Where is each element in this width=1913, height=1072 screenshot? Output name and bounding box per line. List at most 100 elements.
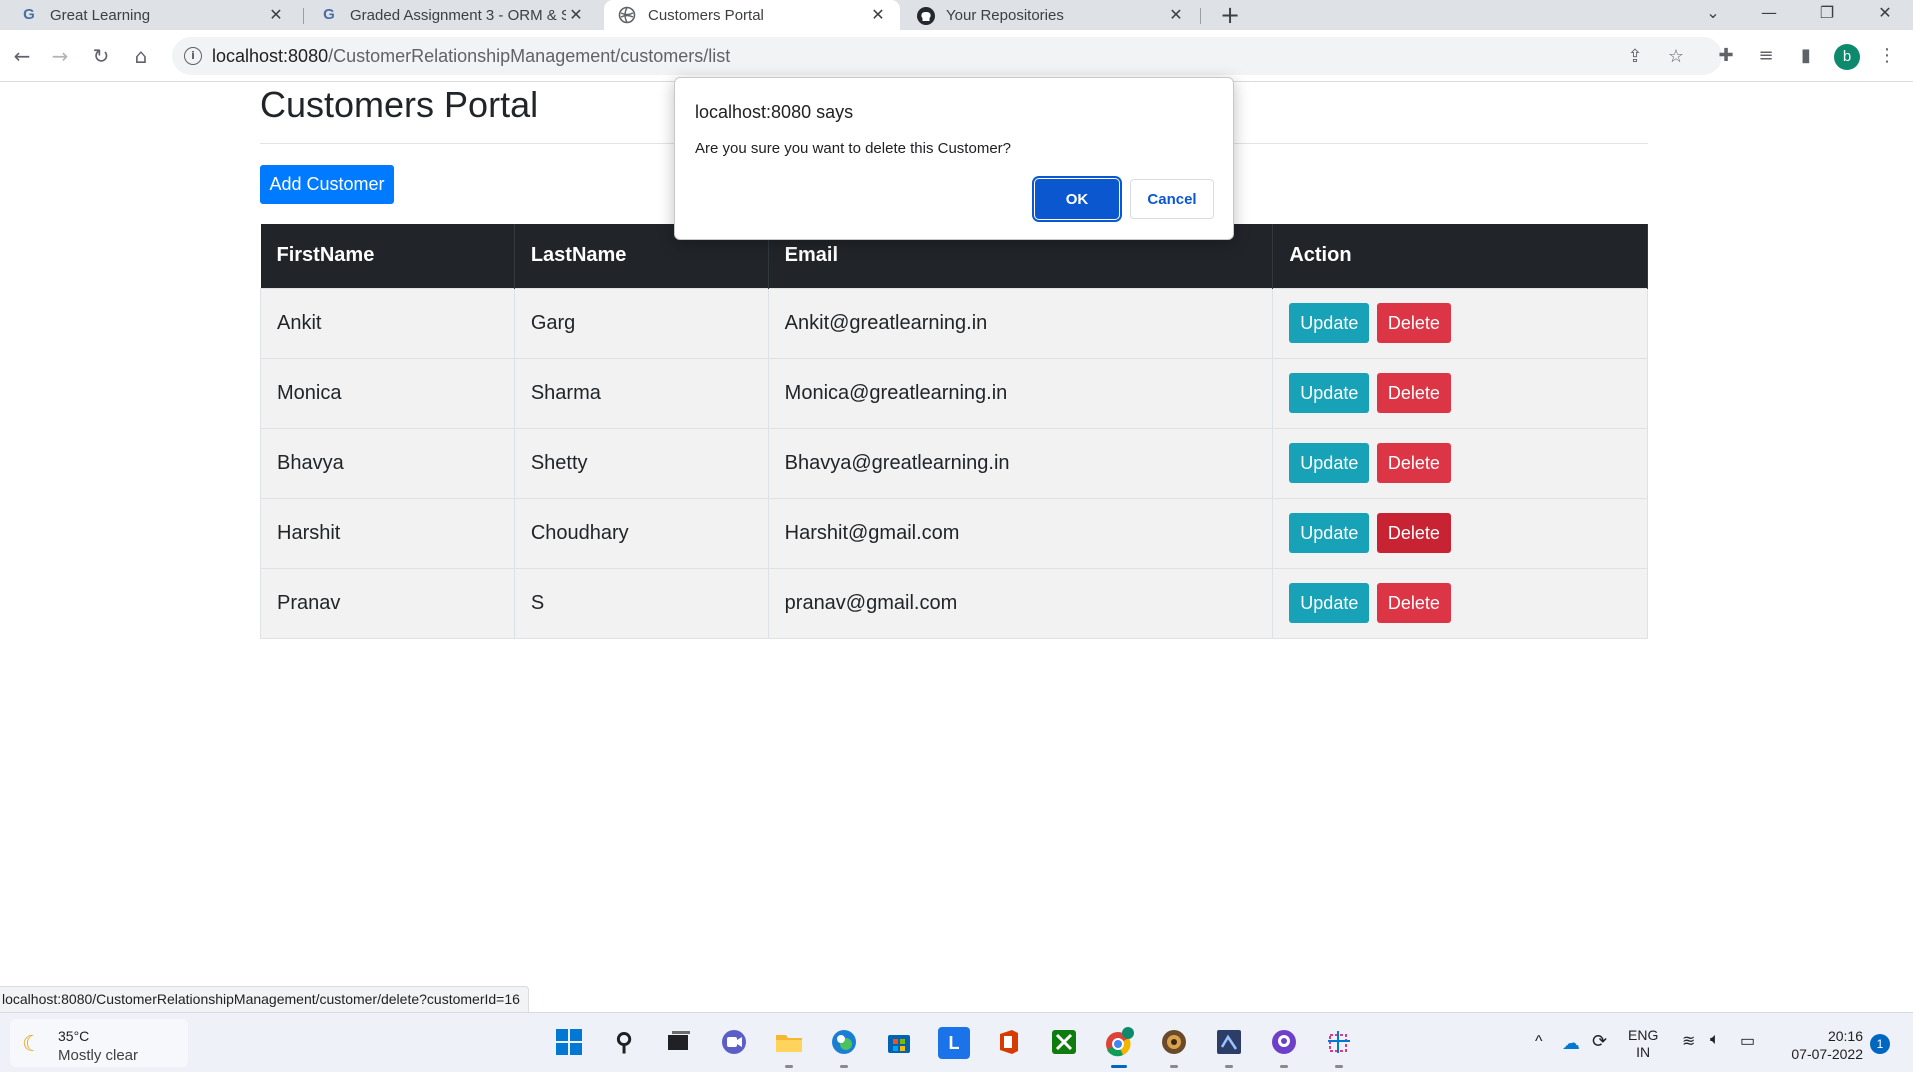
update-button[interactable]: Update bbox=[1289, 373, 1370, 413]
edge-browser-icon[interactable] bbox=[828, 1027, 860, 1059]
volume-icon[interactable]: 🔈︎ bbox=[1710, 1031, 1720, 1072]
xbox-icon[interactable] bbox=[1048, 1027, 1080, 1059]
running-indicator bbox=[1335, 1065, 1343, 1068]
microsoft-store-icon[interactable] bbox=[883, 1027, 915, 1059]
delete-button[interactable]: Delete bbox=[1376, 373, 1451, 413]
new-tab-button[interactable]: + bbox=[1215, 0, 1245, 30]
close-icon[interactable]: ✕ bbox=[1166, 5, 1186, 25]
delete-button[interactable]: Delete bbox=[1376, 583, 1451, 623]
customers-table: FirstName LastName Email Action Ankit Ga… bbox=[260, 224, 1648, 639]
clock-time: 20:16 bbox=[1827, 1028, 1863, 1044]
close-icon[interactable]: ✕ bbox=[566, 5, 586, 25]
weather-condition: Mostly clear bbox=[58, 1047, 139, 1064]
ide-app-icon[interactable] bbox=[1213, 1027, 1245, 1059]
region-code: IN bbox=[1636, 1044, 1651, 1060]
cell-email: Harshit@gmail.com bbox=[767, 497, 1274, 569]
update-button[interactable]: Update bbox=[1289, 583, 1370, 623]
snipping-tool-icon[interactable] bbox=[1323, 1027, 1355, 1059]
cell-lastname: Garg bbox=[513, 287, 769, 359]
weather-temperature: 35°C bbox=[58, 1028, 90, 1044]
update-button[interactable]: Update bbox=[1289, 513, 1370, 553]
notification-badge[interactable]: 1 bbox=[1870, 1034, 1890, 1054]
l-app-icon[interactable]: L bbox=[938, 1027, 970, 1059]
site-info-icon[interactable]: i bbox=[184, 47, 202, 65]
start-windows-icon[interactable] bbox=[553, 1027, 585, 1059]
chrome-icon[interactable] bbox=[1103, 1027, 1135, 1059]
clock[interactable]: 20:16 07-07-2022 bbox=[1778, 1027, 1863, 1072]
delete-button[interactable]: Delete bbox=[1376, 303, 1451, 343]
restore-button[interactable]: ❐ bbox=[1802, 0, 1852, 28]
minimize-button[interactable]: — bbox=[1744, 0, 1794, 28]
office-icon[interactable] bbox=[993, 1027, 1025, 1059]
chevron-up-icon[interactable]: ^ bbox=[1535, 1033, 1543, 1072]
cell-lastname: Shetty bbox=[513, 427, 769, 499]
tab-great-learning[interactable]: G Great Learning ✕ bbox=[6, 0, 298, 30]
dialog-title: localhost:8080 says bbox=[695, 102, 854, 122]
task-view-icon[interactable] bbox=[663, 1027, 695, 1059]
cell-action: Update Delete bbox=[1272, 357, 1648, 429]
side-panel-icon[interactable]: ▮ bbox=[1793, 43, 1819, 69]
battery-icon[interactable]: ▭ bbox=[1740, 1031, 1755, 1072]
onedrive-cloud-icon[interactable]: ☁ bbox=[1562, 1033, 1580, 1072]
tab-title: Your Repositories bbox=[946, 6, 1064, 24]
github-desktop-icon[interactable] bbox=[1268, 1027, 1300, 1059]
close-icon[interactable]: ✕ bbox=[266, 5, 286, 25]
tab-customers-portal[interactable]: Customers Portal ✕ bbox=[604, 0, 900, 30]
running-indicator bbox=[1225, 1065, 1233, 1068]
cell-lastname: S bbox=[513, 567, 769, 639]
extensions-puzzle-icon[interactable]: ✚ bbox=[1713, 43, 1739, 69]
weather-widget[interactable]: ☾ 35°C Mostly clear bbox=[10, 1019, 188, 1067]
tab-divider bbox=[1200, 8, 1201, 24]
clock-date: 07-07-2022 bbox=[1791, 1046, 1863, 1062]
tab-search-chevron-icon[interactable]: ⌄ bbox=[1688, 0, 1738, 28]
cell-email: Bhavya@greatlearning.in bbox=[767, 427, 1274, 499]
table-row: Harshit Choudhary Harshit@gmail.com Upda… bbox=[260, 497, 1648, 569]
game-app-icon[interactable] bbox=[1158, 1027, 1190, 1059]
add-customer-button[interactable]: Add Customer bbox=[260, 165, 394, 204]
cell-action: Update Delete bbox=[1272, 567, 1648, 639]
close-window-button[interactable]: ✕ bbox=[1860, 0, 1910, 28]
running-indicator bbox=[1280, 1065, 1288, 1068]
home-icon[interactable]: ⌂ bbox=[127, 42, 155, 70]
active-indicator bbox=[1111, 1065, 1127, 1068]
tab-your-repositories[interactable]: Your Repositories ✕ bbox=[902, 0, 1198, 30]
windows-taskbar: ☾ 35°C Mostly clear ⚲ L ^ ☁ ⟳ ENG IN ≋ 🔈… bbox=[0, 1012, 1913, 1072]
browser-toolbar: ← → ↻ ⌂ i localhost:8080/CustomerRelatio… bbox=[0, 30, 1913, 82]
file-explorer-icon[interactable] bbox=[773, 1027, 805, 1059]
cell-firstname: Pranav bbox=[260, 567, 515, 639]
wifi-icon[interactable]: ≋ bbox=[1682, 1031, 1695, 1072]
tab-title: Graded Assignment 3 - ORM & S bbox=[350, 6, 566, 24]
back-arrow-icon[interactable]: ← bbox=[8, 42, 36, 70]
tab-graded-assignment[interactable]: G Graded Assignment 3 - ORM & S ✕ bbox=[306, 0, 598, 30]
update-button[interactable]: Update bbox=[1289, 303, 1370, 343]
cell-action: Update Delete bbox=[1272, 287, 1648, 359]
forward-arrow-icon[interactable]: → bbox=[46, 42, 74, 70]
cell-email: Ankit@greatlearning.in bbox=[767, 287, 1274, 359]
tab-title: Great Learning bbox=[50, 6, 151, 24]
search-icon[interactable]: ⚲ bbox=[608, 1027, 640, 1059]
profile-avatar[interactable]: b bbox=[1834, 44, 1860, 70]
cell-firstname: Ankit bbox=[260, 287, 515, 359]
cancel-button[interactable]: Cancel bbox=[1130, 179, 1214, 219]
table-row: Bhavya Shetty Bhavya@greatlearning.in Up… bbox=[260, 427, 1648, 499]
column-header-action: Action bbox=[1272, 224, 1648, 288]
ok-button[interactable]: OK bbox=[1032, 176, 1122, 222]
media-queue-icon[interactable]: ≡ bbox=[1753, 43, 1779, 69]
teams-chat-icon[interactable] bbox=[718, 1027, 750, 1059]
address-bar[interactable]: i localhost:8080/CustomerRelationshipMan… bbox=[172, 37, 1722, 75]
reload-icon[interactable]: ↻ bbox=[87, 42, 115, 70]
bookmark-star-icon[interactable]: ☆ bbox=[1665, 46, 1687, 68]
language-code: ENG bbox=[1628, 1027, 1659, 1043]
url-text[interactable]: localhost:8080/CustomerRelationshipManag… bbox=[212, 46, 730, 67]
menu-kebab-icon[interactable]: ⋮ bbox=[1874, 43, 1900, 69]
close-icon[interactable]: ✕ bbox=[868, 5, 888, 25]
cell-firstname: Bhavya bbox=[260, 427, 515, 499]
delete-button[interactable]: Delete bbox=[1376, 513, 1451, 553]
running-indicator bbox=[1170, 1065, 1178, 1068]
language-indicator[interactable]: ENG IN bbox=[1628, 1027, 1658, 1072]
sync-icon[interactable]: ⟳ bbox=[1592, 1031, 1607, 1072]
github-icon bbox=[916, 6, 935, 25]
delete-button[interactable]: Delete bbox=[1376, 443, 1451, 483]
update-button[interactable]: Update bbox=[1289, 443, 1370, 483]
share-icon[interactable]: ⇪ bbox=[1624, 46, 1646, 68]
